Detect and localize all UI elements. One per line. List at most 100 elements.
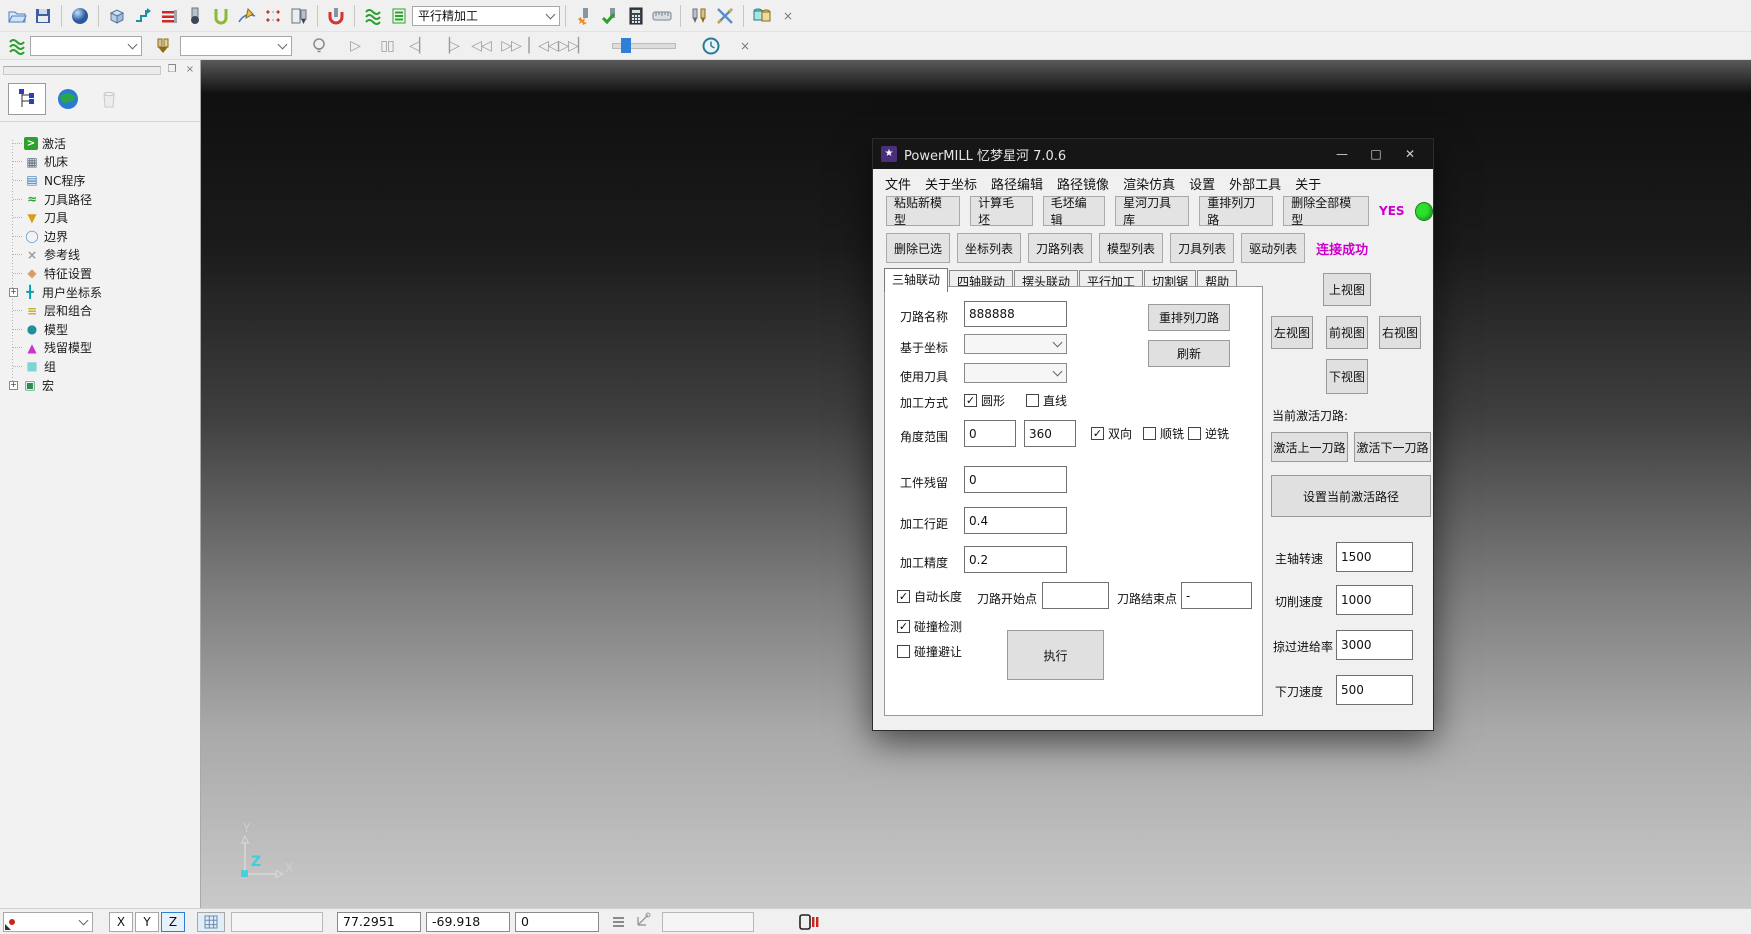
circular-option[interactable]: 圆形: [964, 392, 1005, 409]
activate-next-button[interactable]: 激活下一刀路: [1354, 432, 1431, 462]
skim-feed-input[interactable]: [1336, 630, 1413, 660]
tree-item-workplanes[interactable]: +╋用户坐标系: [6, 283, 200, 302]
menu-about[interactable]: 关于: [1295, 174, 1321, 193]
tree-view-icon[interactable]: [8, 83, 46, 115]
block-icon[interactable]: [104, 4, 130, 28]
ball-tool-icon[interactable]: [182, 4, 208, 28]
rearrange-toolpaths-button[interactable]: 重排列刀路: [1199, 196, 1273, 226]
view-right-button[interactable]: 右视图: [1379, 316, 1421, 349]
expander-icon[interactable]: +: [9, 381, 18, 390]
menu-file[interactable]: 文件: [885, 174, 911, 193]
view-front-button[interactable]: 前视图: [1326, 316, 1368, 349]
pattern-icon[interactable]: [260, 4, 286, 28]
calculator-icon[interactable]: [623, 4, 649, 28]
curve-editor-icon[interactable]: [234, 4, 260, 28]
tree-item-machine[interactable]: ▦机床: [6, 153, 200, 172]
save-icon[interactable]: [30, 4, 56, 28]
stepover-input[interactable]: [964, 507, 1067, 534]
collision-check-option[interactable]: 碰撞检测: [897, 618, 962, 635]
tool-database-icon[interactable]: [286, 4, 312, 28]
sim-toolpath-combo[interactable]: [30, 36, 142, 56]
cursor-combo[interactable]: [3, 912, 93, 932]
delete-all-models-button[interactable]: 删除全部模型: [1283, 196, 1369, 226]
boundary-icon[interactable]: [208, 4, 234, 28]
panel-drag-handle[interactable]: [3, 66, 161, 75]
menu-render-sim[interactable]: 渲染仿真: [1123, 174, 1175, 193]
tool-library-button[interactable]: 星河刀具库: [1115, 196, 1189, 226]
stock-allowance-input[interactable]: [964, 466, 1067, 493]
shaded-view-icon[interactable]: [67, 4, 93, 28]
toolpath-list-button[interactable]: 刀路列表: [1028, 233, 1092, 263]
orientation-icon[interactable]: [634, 911, 652, 932]
model-list-button[interactable]: 模型列表: [1099, 233, 1163, 263]
bulb-icon[interactable]: [306, 34, 332, 58]
coords-list-icon[interactable]: [613, 915, 624, 929]
tool-check-icon[interactable]: [597, 4, 623, 28]
block-edit-button[interactable]: 毛坯编辑: [1043, 196, 1105, 226]
tree-item-boundaries[interactable]: ◯边界: [6, 227, 200, 246]
swap-tools-icon[interactable]: [712, 4, 738, 28]
tolerance-input[interactable]: [964, 546, 1067, 573]
rewind-icon[interactable]: ◁◁: [468, 34, 494, 58]
checkbox-both-direction[interactable]: [1091, 427, 1104, 440]
climb-mill-option[interactable]: 顺铣: [1143, 425, 1184, 442]
trash-icon[interactable]: [90, 83, 128, 115]
close-toolbar-icon[interactable]: ×: [775, 4, 801, 28]
tool-pair-icon[interactable]: [686, 4, 712, 28]
view-bottom-button[interactable]: 下视图: [1326, 359, 1368, 394]
checkbox-conventional-mill[interactable]: [1188, 427, 1201, 440]
toolpath-name-input[interactable]: [964, 301, 1067, 327]
activate-prev-button[interactable]: 激活上一刀路: [1271, 432, 1348, 462]
angle-from-input[interactable]: [964, 420, 1016, 447]
tool-icon[interactable]: [150, 34, 176, 58]
path-end-input[interactable]: [1181, 582, 1252, 609]
path-start-input[interactable]: [1042, 582, 1109, 609]
strategy-list-icon[interactable]: [386, 4, 412, 28]
use-tool-combo[interactable]: [964, 363, 1067, 383]
tab-3axis[interactable]: 三轴联动: [884, 268, 948, 292]
step-back-icon[interactable]: ◁▏: [406, 34, 432, 58]
pause-icon[interactable]: ▯▯: [374, 34, 400, 58]
strategy-combo[interactable]: 平行精加工: [412, 6, 560, 26]
close-toolbar-icon[interactable]: ×: [732, 34, 758, 58]
checkbox-circular[interactable]: [964, 394, 977, 407]
panel-close-icon[interactable]: ×: [183, 64, 197, 76]
toolpath-spring-icon[interactable]: [360, 4, 386, 28]
collision-check-icon[interactable]: [323, 4, 349, 28]
go-end-icon[interactable]: ▷▷▏: [560, 34, 586, 58]
minimize-button[interactable]: —: [1325, 139, 1359, 169]
tree-item-macros[interactable]: +▣宏: [6, 376, 200, 395]
expander-icon[interactable]: +: [9, 288, 18, 297]
rearrange-button[interactable]: 重排列刀路: [1148, 304, 1230, 331]
execute-button[interactable]: 执行: [1007, 630, 1104, 680]
tree-item-models[interactable]: ●模型: [6, 320, 200, 339]
drives-icon[interactable]: [749, 4, 775, 28]
fast-forward-icon[interactable]: ▷▷: [498, 34, 524, 58]
close-button[interactable]: ✕: [1393, 139, 1427, 169]
go-start-icon[interactable]: ▏◁◁: [530, 34, 556, 58]
toolpath-create-icon[interactable]: [130, 4, 156, 28]
slider-handle[interactable]: [621, 38, 631, 53]
play-icon[interactable]: ▷: [342, 34, 368, 58]
cutting-speed-input[interactable]: [1336, 585, 1413, 615]
menu-settings[interactable]: 设置: [1189, 174, 1215, 193]
auto-length-option[interactable]: 自动长度: [897, 588, 962, 605]
angle-to-input[interactable]: [1024, 420, 1076, 447]
globe-icon[interactable]: [49, 83, 87, 115]
panel-restore-icon[interactable]: ❐: [165, 64, 179, 76]
plunge-speed-input[interactable]: [1336, 675, 1413, 705]
view-left-button[interactable]: 左视图: [1271, 316, 1313, 349]
message-field[interactable]: [662, 912, 754, 932]
collision-avoid-option[interactable]: 碰撞避让: [897, 643, 962, 660]
ruler-icon[interactable]: [649, 4, 675, 28]
axis-z-button[interactable]: Z: [161, 912, 185, 932]
clock-icon[interactable]: [698, 34, 724, 58]
paste-new-model-button[interactable]: 粘贴新模型: [886, 196, 960, 226]
axis-y-button[interactable]: Y: [135, 912, 159, 932]
drive-list-button[interactable]: 驱动列表: [1241, 233, 1305, 263]
checkbox-linear[interactable]: [1026, 394, 1039, 407]
tree-item-nc-programs[interactable]: ▤NC程序: [6, 171, 200, 190]
tree-item-levels[interactable]: ≡层和组合: [6, 301, 200, 320]
set-active-path-button[interactable]: 设置当前激活路径: [1271, 475, 1431, 517]
axis-x-button[interactable]: X: [109, 912, 133, 932]
